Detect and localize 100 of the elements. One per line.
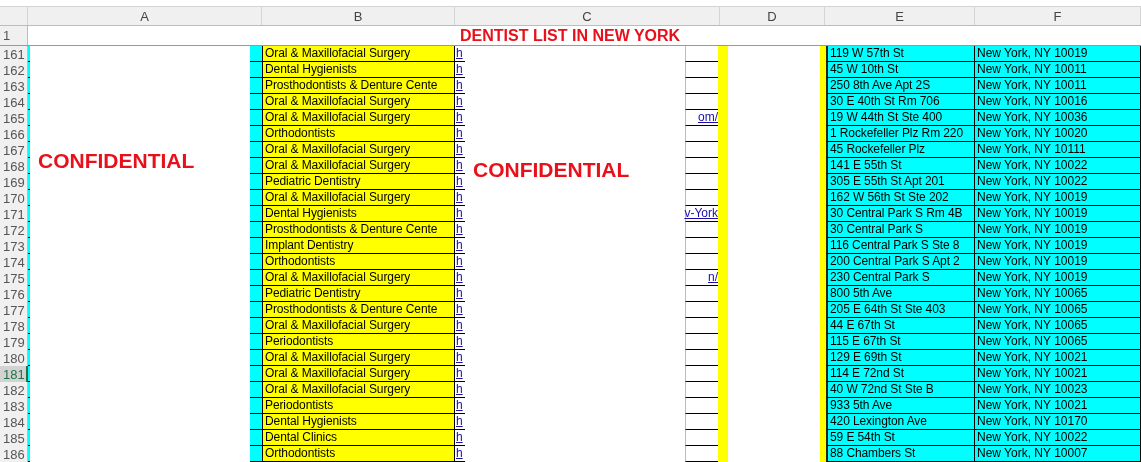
link-cell[interactable]: h bbox=[455, 174, 465, 190]
row-header[interactable]: 182 bbox=[0, 382, 28, 398]
specialty-cell: Oral & Maxillofacial Surgery bbox=[262, 318, 455, 334]
address-cell: 45 W 10th St bbox=[826, 62, 975, 78]
specialty-cell: Oral & Maxillofacial Surgery bbox=[262, 190, 455, 206]
row-header[interactable]: 162 bbox=[0, 62, 28, 78]
city-cell: New York, NY 10019 bbox=[975, 190, 1141, 206]
row-header[interactable]: 185 bbox=[0, 430, 28, 446]
city-cell: New York, NY 10170 bbox=[975, 414, 1141, 430]
column-header[interactable]: A bbox=[28, 7, 262, 25]
row-header[interactable]: 175 bbox=[0, 270, 28, 286]
link-cell[interactable]: h bbox=[455, 302, 465, 318]
column-header[interactable]: C bbox=[455, 7, 720, 25]
row-header[interactable]: 186 bbox=[0, 446, 28, 462]
link-cell[interactable]: h bbox=[455, 398, 465, 414]
address-cell: 129 E 69th St bbox=[826, 350, 975, 366]
specialty-cell: Prosthodontists & Denture Cente bbox=[262, 222, 455, 238]
specialty-cell: Dental Hygienists bbox=[262, 206, 455, 222]
city-cell: New York, NY 10065 bbox=[975, 334, 1141, 350]
row-header[interactable]: 169 bbox=[0, 174, 28, 190]
row-header[interactable]: 183 bbox=[0, 398, 28, 414]
row-header[interactable]: 1 bbox=[0, 26, 28, 45]
city-cell: New York, NY 10019 bbox=[975, 206, 1141, 222]
row-header[interactable]: 161 bbox=[0, 46, 28, 62]
row-header[interactable]: 180 bbox=[0, 350, 28, 366]
city-cell: New York, NY 10065 bbox=[975, 302, 1141, 318]
row-header[interactable]: 170 bbox=[0, 190, 28, 206]
confidential-label: CONFIDENTIAL bbox=[473, 158, 630, 182]
column-header[interactable]: D bbox=[720, 7, 825, 25]
specialty-cell: Orthodontists bbox=[262, 446, 455, 462]
link-cell[interactable]: h bbox=[455, 382, 465, 398]
link-cell[interactable]: h bbox=[455, 366, 465, 382]
row-header[interactable]: 166 bbox=[0, 126, 28, 142]
row-header[interactable]: 167 bbox=[0, 142, 28, 158]
specialty-cell: Oral & Maxillofacial Surgery bbox=[262, 158, 455, 174]
row-header[interactable]: 164 bbox=[0, 94, 28, 110]
city-cell: New York, NY 10065 bbox=[975, 318, 1141, 334]
specialty-cell: Orthodontists bbox=[262, 126, 455, 142]
link-cell[interactable]: h bbox=[455, 222, 465, 238]
row-header[interactable]: 173 bbox=[0, 238, 28, 254]
link-cell[interactable]: h bbox=[455, 350, 465, 366]
city-cell: New York, NY 10021 bbox=[975, 366, 1141, 382]
address-cell: 30 Central Park S bbox=[826, 222, 975, 238]
link-cell[interactable]: h bbox=[455, 110, 465, 126]
row-header[interactable]: 171 bbox=[0, 206, 28, 222]
specialty-cell: Periodontists bbox=[262, 334, 455, 350]
link-cell[interactable]: h bbox=[455, 78, 465, 94]
row-header[interactable]: 179 bbox=[0, 334, 28, 350]
link-cell[interactable]: h bbox=[455, 238, 465, 254]
link-cell[interactable]: h bbox=[455, 270, 465, 286]
city-cell: New York, NY 10022 bbox=[975, 174, 1141, 190]
link-cell[interactable]: h bbox=[455, 286, 465, 302]
address-cell: 119 W 57th St bbox=[826, 46, 975, 62]
row-header[interactable]: 176 bbox=[0, 286, 28, 302]
specialty-cell: Prosthodontists & Denture Cente bbox=[262, 78, 455, 94]
link-cell[interactable]: h bbox=[455, 94, 465, 110]
address-cell: 44 E 67th St bbox=[826, 318, 975, 334]
specialty-cell: Orthodontists bbox=[262, 254, 455, 270]
column-header[interactable]: E bbox=[825, 7, 975, 25]
row-header[interactable]: 172 bbox=[0, 222, 28, 238]
link-cell[interactable]: h bbox=[455, 206, 465, 222]
link-cell[interactable]: h bbox=[455, 414, 465, 430]
link-cell[interactable]: h bbox=[455, 46, 465, 62]
link-cell[interactable]: h bbox=[455, 126, 465, 142]
address-cell: 230 Central Park S bbox=[826, 270, 975, 286]
specialty-cell: Oral & Maxillofacial Surgery bbox=[262, 142, 455, 158]
row-header[interactable]: 178 bbox=[0, 318, 28, 334]
specialty-cell: Dental Hygienists bbox=[262, 62, 455, 78]
specialty-cell: Prosthodontists & Denture Cente bbox=[262, 302, 455, 318]
specialty-cell: Oral & Maxillofacial Surgery bbox=[262, 46, 455, 62]
address-cell: 420 Lexington Ave bbox=[826, 414, 975, 430]
address-cell: 114 E 72nd St bbox=[826, 366, 975, 382]
specialty-cell: Oral & Maxillofacial Surgery bbox=[262, 270, 455, 286]
specialty-cell: Oral & Maxillofacial Surgery bbox=[262, 366, 455, 382]
specialty-cell: Oral & Maxillofacial Surgery bbox=[262, 110, 455, 126]
specialty-cell: Oral & Maxillofacial Surgery bbox=[262, 382, 455, 398]
row-header[interactable]: 184 bbox=[0, 414, 28, 430]
link-cell[interactable]: h bbox=[455, 318, 465, 334]
link-cell[interactable]: h bbox=[455, 62, 465, 78]
link-cell[interactable]: h bbox=[455, 430, 465, 446]
specialty-cell: Pediatric Dentistry bbox=[262, 286, 455, 302]
link-cell[interactable]: h bbox=[455, 334, 465, 350]
city-cell: New York, NY 10019 bbox=[975, 46, 1141, 62]
link-cell[interactable]: h bbox=[455, 446, 465, 462]
row-header[interactable]: 174 bbox=[0, 254, 28, 270]
row-header[interactable]: 165 bbox=[0, 110, 28, 126]
column-header[interactable]: F bbox=[975, 7, 1141, 25]
row-header[interactable]: 168 bbox=[0, 158, 28, 174]
row-header[interactable]: 163 bbox=[0, 78, 28, 94]
row-header[interactable]: 181 bbox=[0, 366, 28, 382]
specialty-cell: Dental Clinics bbox=[262, 430, 455, 446]
link-cell[interactable]: h bbox=[455, 158, 465, 174]
column-header[interactable]: B bbox=[262, 7, 455, 25]
city-cell: New York, NY 10011 bbox=[975, 78, 1141, 94]
link-cell[interactable]: h bbox=[455, 142, 465, 158]
address-cell: 30 E 40th St Rm 706 bbox=[826, 94, 975, 110]
address-cell: 1 Rockefeller Plz Rm 220 bbox=[826, 126, 975, 142]
row-header[interactable]: 177 bbox=[0, 302, 28, 318]
link-cell[interactable]: h bbox=[455, 254, 465, 270]
link-cell[interactable]: h bbox=[455, 190, 465, 206]
